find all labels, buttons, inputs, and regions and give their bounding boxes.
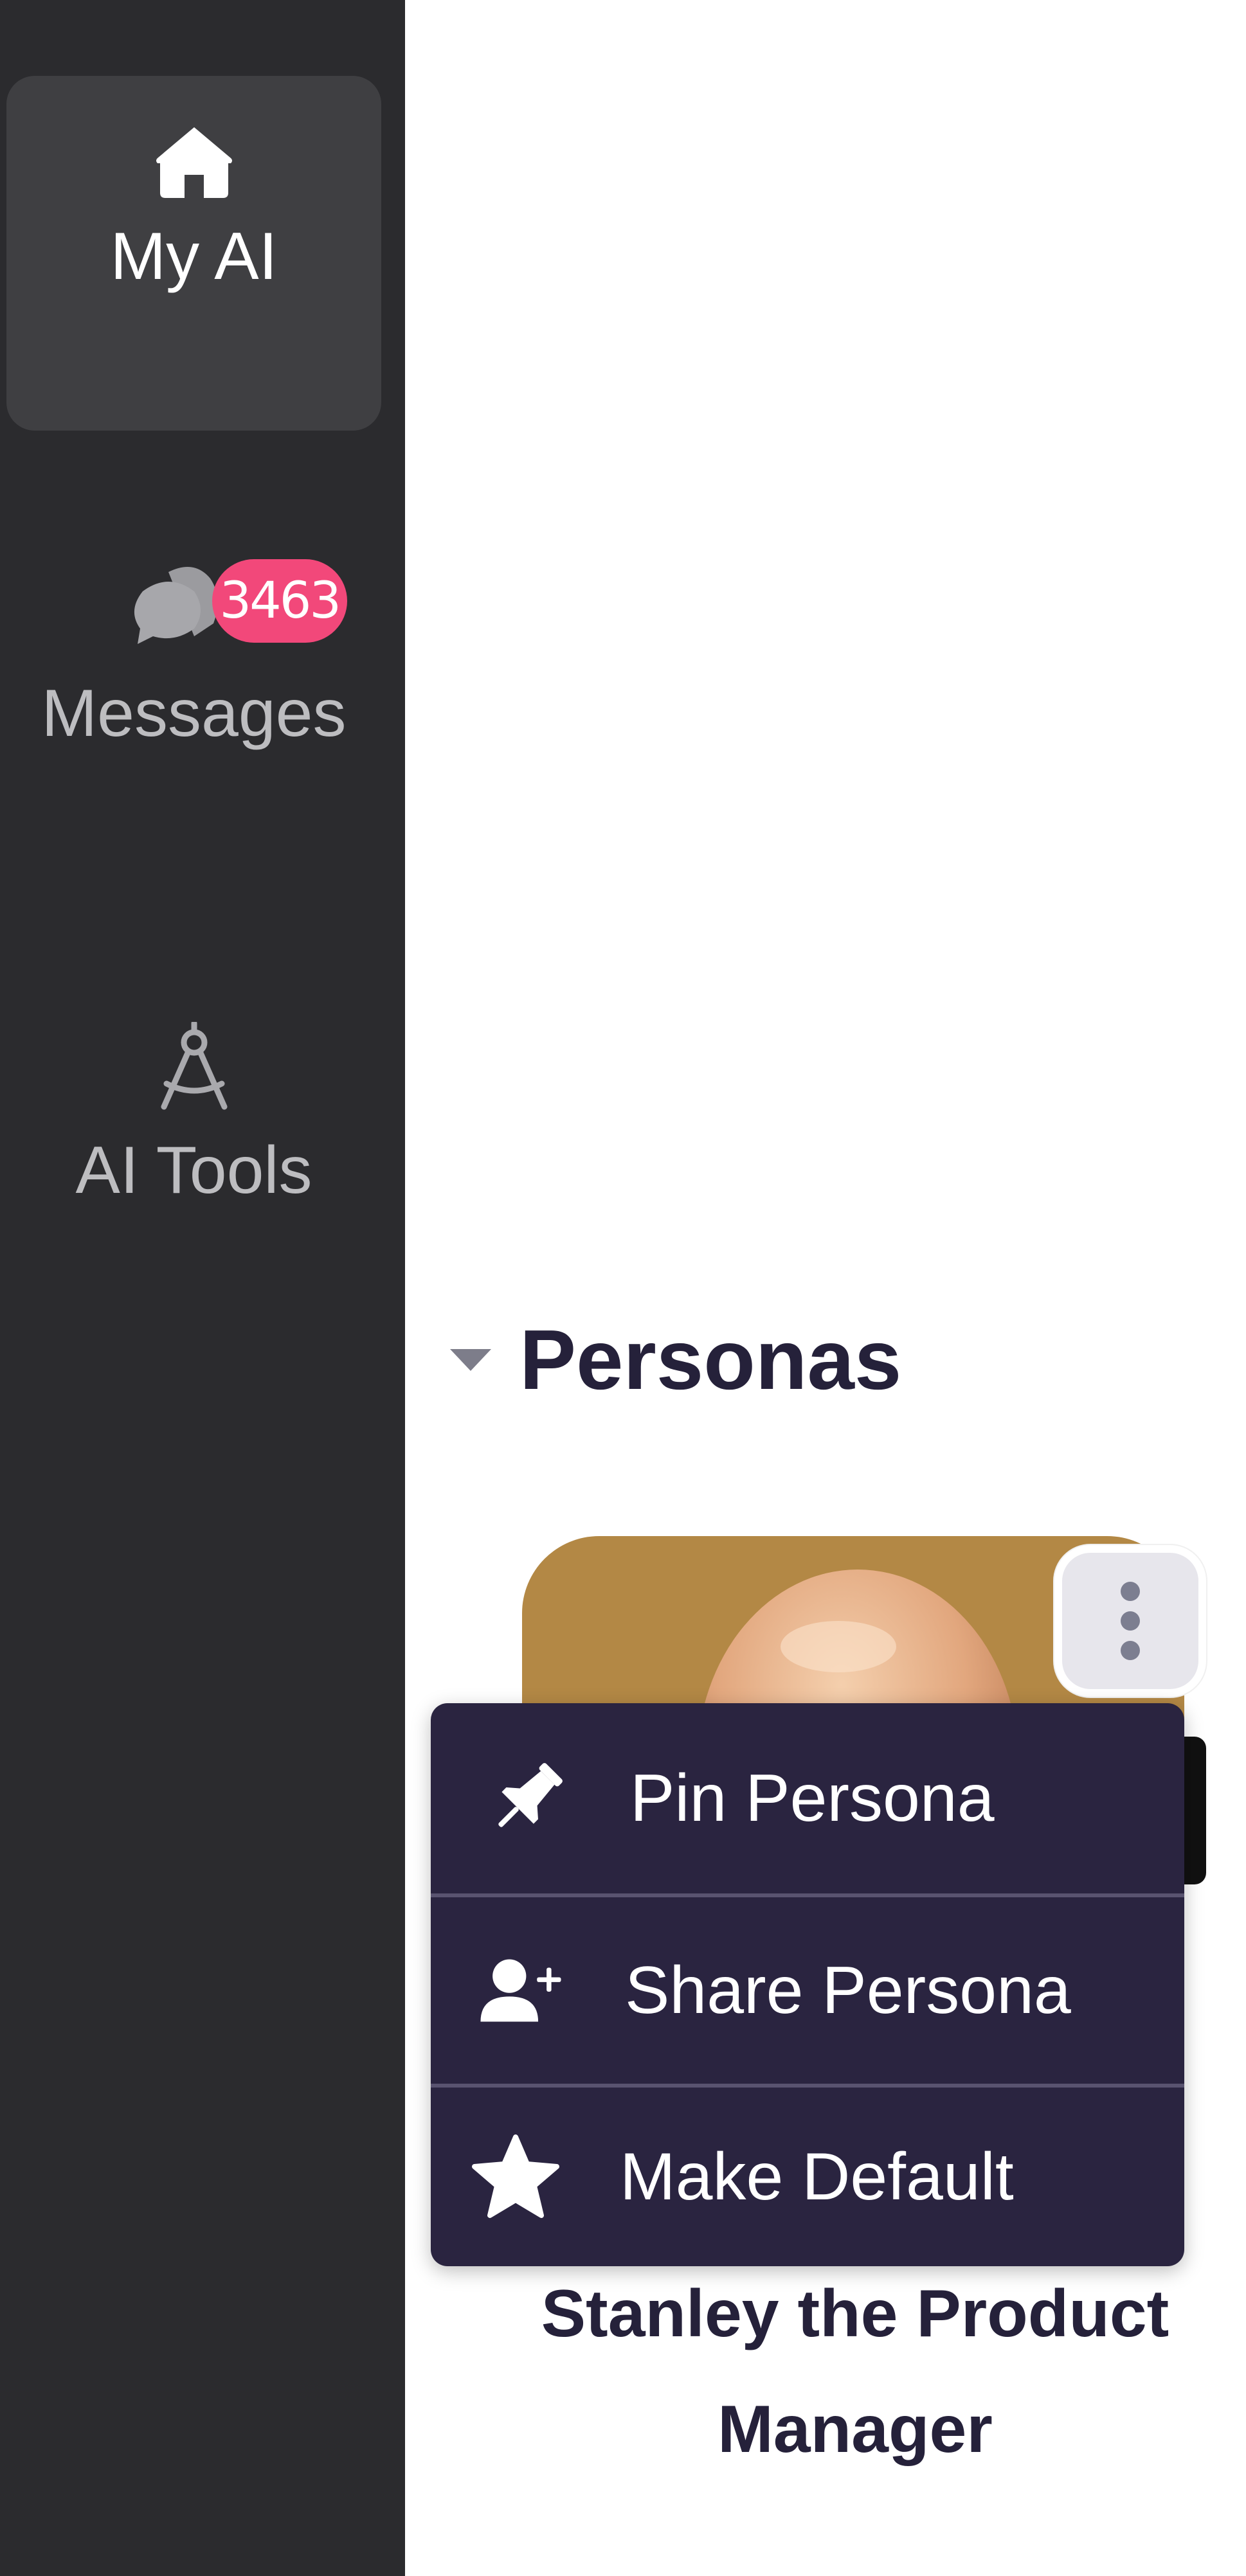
persona-name-line: Stanley the Product (541, 2276, 1169, 2351)
personas-section-header[interactable]: Personas (450, 1311, 901, 1408)
sidebar-item-my-ai[interactable]: My AI (6, 76, 381, 431)
pin-icon (482, 1753, 572, 1843)
sidebar-item-label: Messages (41, 676, 347, 751)
kebab-dot (1121, 1611, 1140, 1631)
more-options-button[interactable] (1054, 1545, 1206, 1697)
home-icon (152, 123, 236, 204)
chat-bubbles-icon: 3463 (98, 553, 348, 649)
persona-name[interactable]: Stanley the Product Manager (501, 2256, 1209, 2487)
persona-name-line: Manager (718, 2392, 993, 2467)
menu-item-pin-persona[interactable]: Pin Persona (431, 1703, 1184, 1893)
menu-item-label: Pin Persona (630, 1760, 995, 1836)
sidebar-item-label: AI Tools (75, 1133, 312, 1208)
kebab-dot (1121, 1582, 1140, 1601)
menu-item-share-persona[interactable]: Share Persona (431, 1897, 1184, 2084)
section-title: Personas (519, 1312, 902, 1407)
persona-options-menu: Pin Persona Share Persona Make Default (431, 1703, 1184, 2266)
collapse-caret-icon[interactable] (450, 1348, 491, 1371)
sidebar-item-label: My AI (110, 219, 278, 294)
add-user-icon (476, 1945, 566, 2035)
menu-item-label: Share Persona (625, 1953, 1071, 2028)
menu-item-label: Make Default (620, 2139, 1014, 2214)
sidebar-item-messages[interactable]: 3463 Messages (6, 553, 381, 823)
star-icon (471, 2132, 561, 2222)
compass-tool-icon (152, 1020, 236, 1115)
menu-item-make-default[interactable]: Make Default (431, 2088, 1184, 2266)
sidebar: My AI 3463 Messages AI Tools (0, 0, 405, 2576)
sidebar-item-ai-tools[interactable]: AI Tools (6, 1020, 381, 1253)
kebab-dot (1121, 1641, 1140, 1660)
unread-badge: 3463 (212, 559, 348, 643)
